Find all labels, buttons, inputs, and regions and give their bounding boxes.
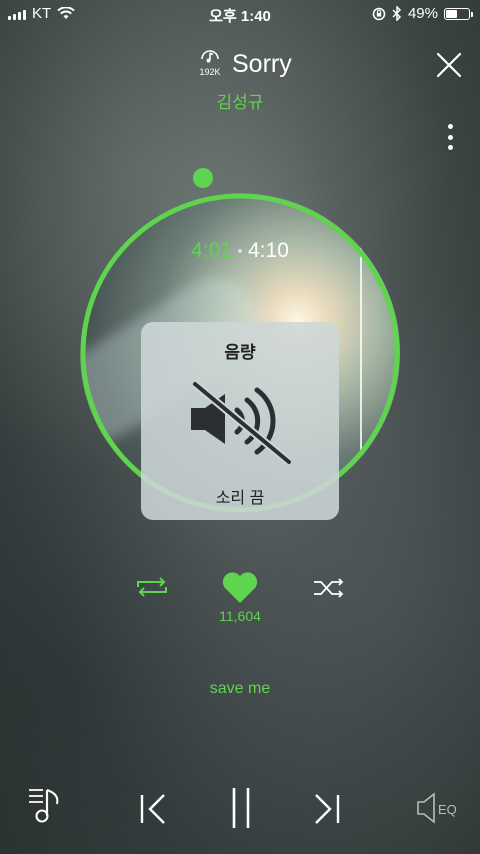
- volume-hud-title: 음량: [224, 343, 256, 362]
- hi-res-quality-icon: [201, 50, 219, 63]
- eq-icon[interactable]: EQ: [414, 790, 462, 826]
- battery-percent: 49%: [407, 5, 438, 22]
- quality-label: 192K: [199, 67, 221, 77]
- total-time: 4:10: [248, 239, 289, 262]
- player-header: 192K Sorry 김성규: [0, 46, 480, 116]
- current-time: 4:01: [191, 239, 232, 262]
- close-icon[interactable]: [436, 52, 462, 78]
- playlist-icon[interactable]: [27, 782, 65, 826]
- pause-icon[interactable]: [228, 786, 254, 830]
- battery-icon: [444, 7, 473, 20]
- bluetooth-icon: [392, 6, 402, 21]
- action-row: 11,604: [0, 570, 480, 630]
- artist-name[interactable]: 김성규: [0, 88, 480, 113]
- battery-fill: [446, 9, 457, 18]
- heart-icon[interactable]: [221, 570, 259, 604]
- speaker-muted-icon: [191, 380, 292, 464]
- quality-badge[interactable]: 192K: [196, 50, 224, 77]
- time-display: 4:01 4:10: [80, 239, 400, 263]
- like-count: 11,604: [219, 608, 261, 624]
- status-bar: KT 오후 1:40 49%: [0, 0, 480, 28]
- previous-icon[interactable]: [138, 792, 168, 826]
- lyric-line[interactable]: save me: [0, 680, 480, 698]
- next-icon[interactable]: [312, 792, 342, 826]
- playback-controls: EQ: [0, 782, 480, 832]
- progress-knob[interactable]: [193, 168, 213, 188]
- status-right: 49%: [372, 5, 473, 22]
- more-options-icon[interactable]: [448, 124, 454, 150]
- volume-hud: 음량 소리 끔: [141, 322, 339, 520]
- shuffle-icon[interactable]: [312, 576, 346, 600]
- lock-rotation-icon: [372, 7, 386, 20]
- repeat-icon[interactable]: [134, 574, 170, 600]
- time-separator: [238, 249, 242, 254]
- volume-hud-state: 소리 끔: [215, 490, 265, 507]
- svg-text:EQ: EQ: [438, 802, 457, 817]
- song-title: Sorry: [232, 50, 292, 78]
